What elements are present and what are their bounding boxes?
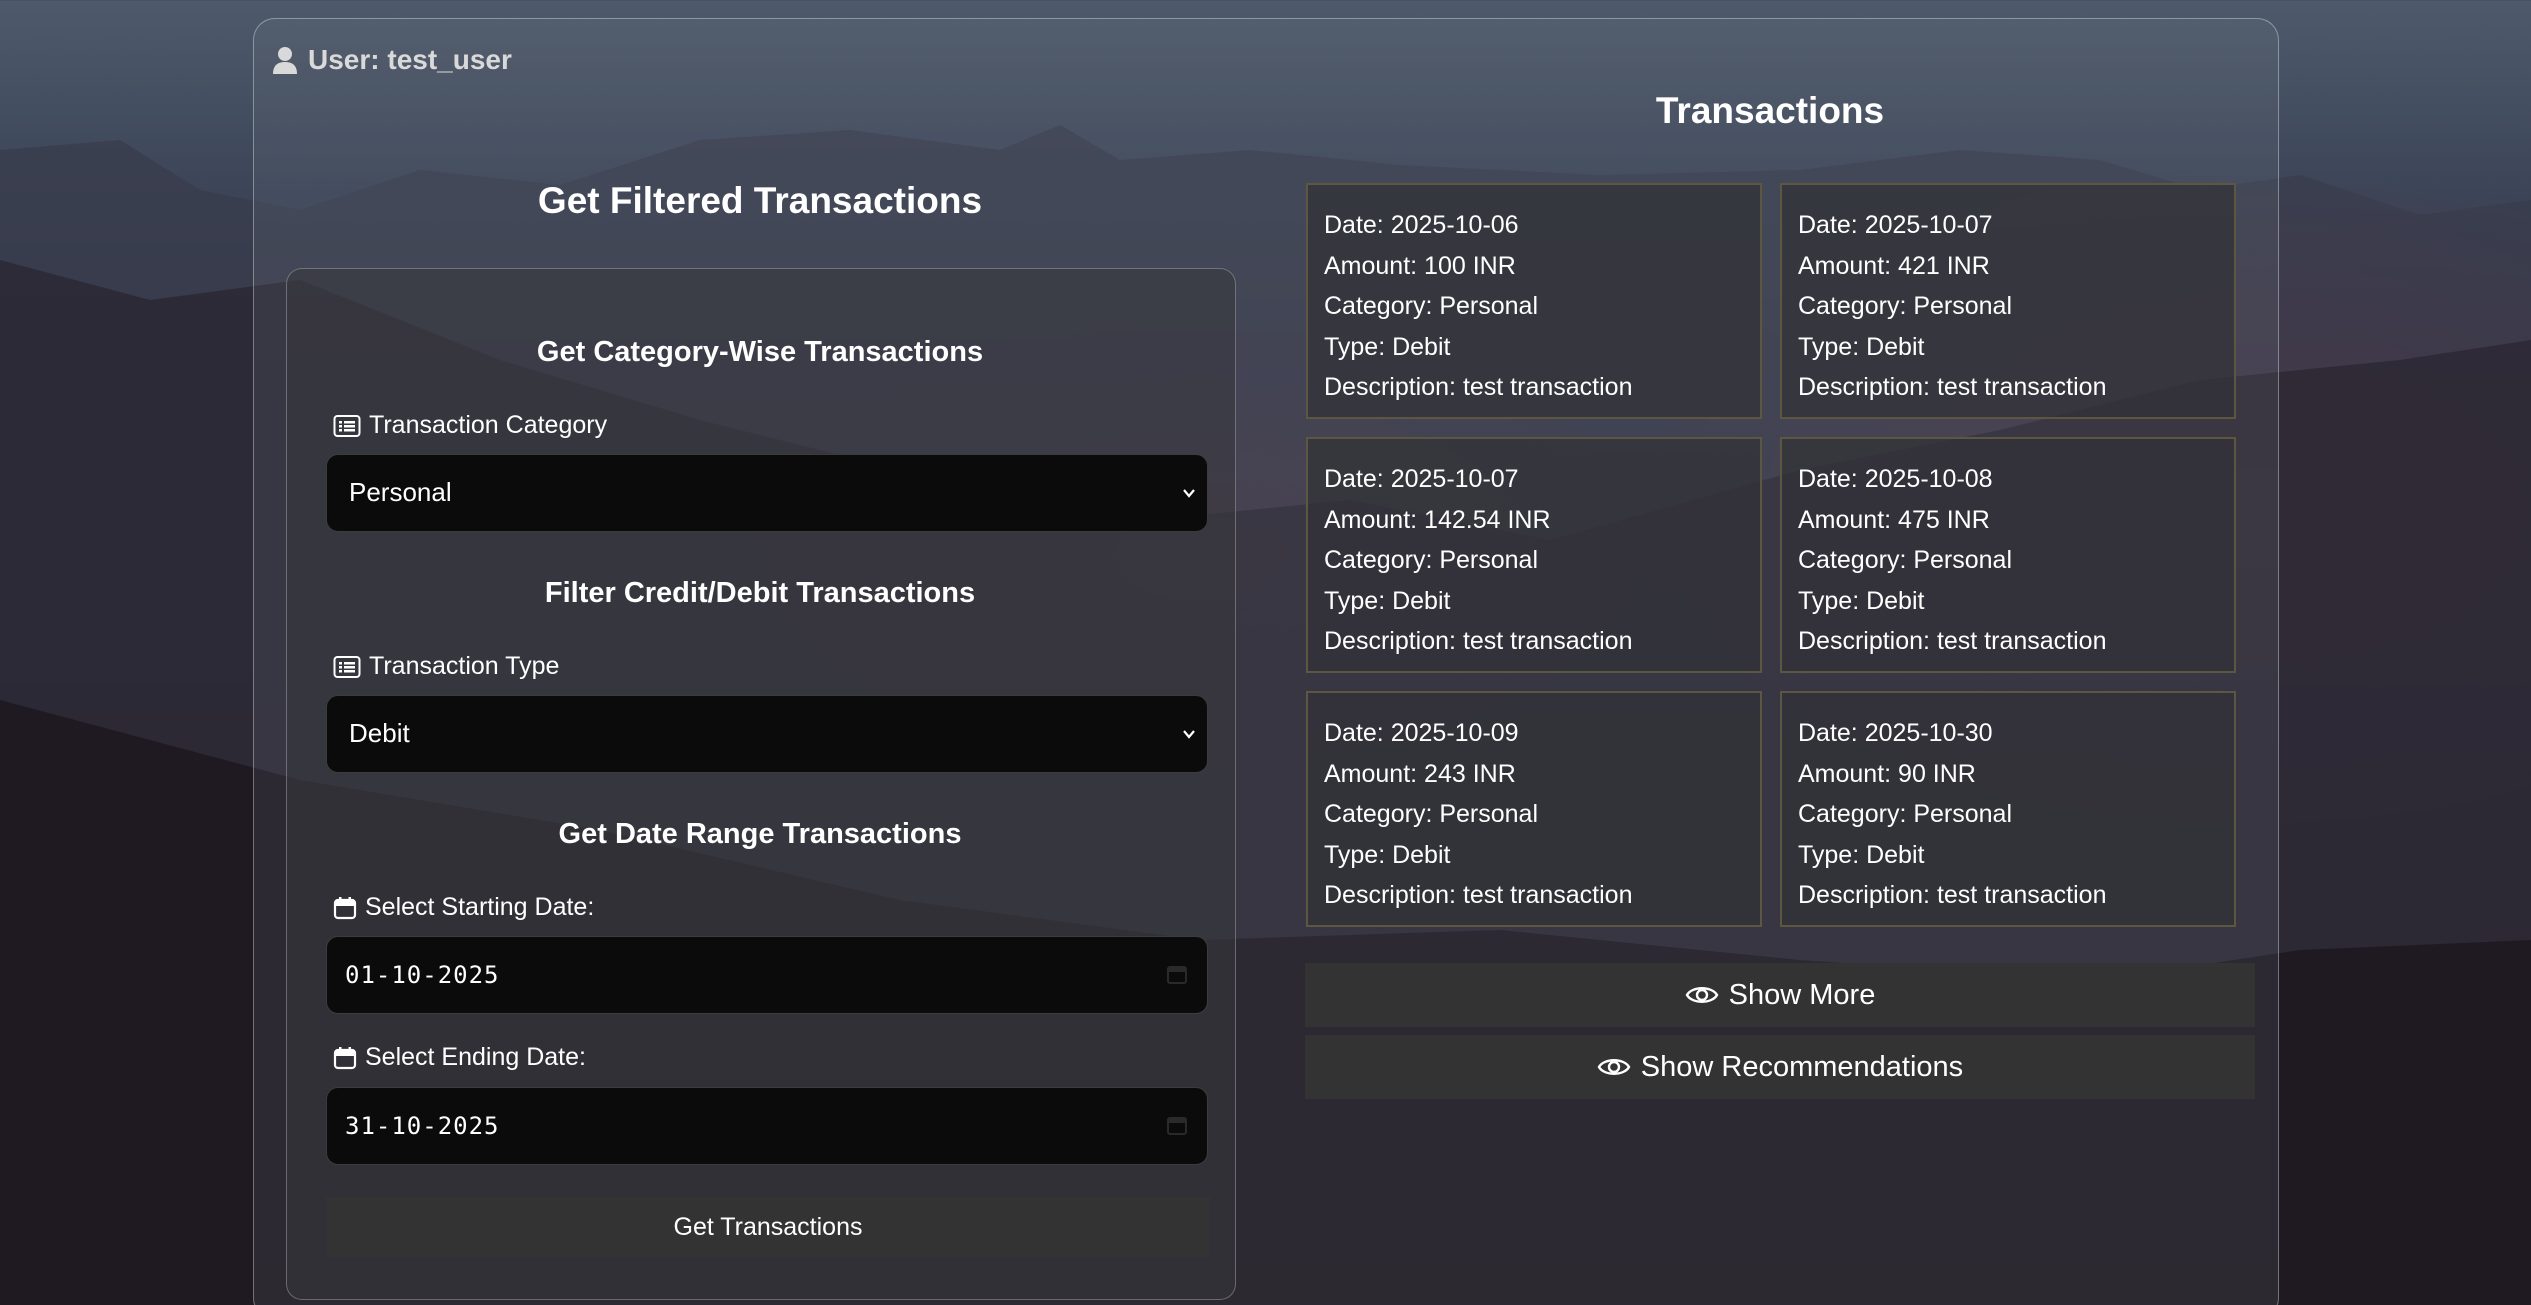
calendar-picker-icon[interactable] xyxy=(1167,1115,1187,1135)
user-name-label: User: test_user xyxy=(308,44,512,75)
transactions-grid: Date: 2025-10-06 Amount: 100 INR Categor… xyxy=(1306,183,2236,927)
transaction-description: Description: test transaction xyxy=(1324,373,1633,401)
transaction-date: Date: 2025-10-08 xyxy=(1798,465,1993,493)
transaction-card: Date: 2025-10-09 Amount: 243 INR Categor… xyxy=(1306,691,1762,927)
transaction-type: Type: Debit xyxy=(1324,840,1451,869)
transaction-type: Type: Debit xyxy=(1324,332,1451,361)
calendar-picker-icon[interactable] xyxy=(1167,964,1187,984)
list-icon xyxy=(333,414,361,437)
category-select[interactable]: Personal xyxy=(326,454,1208,532)
transaction-amount: Amount: 100 INR xyxy=(1324,251,1516,280)
eye-icon xyxy=(1685,987,1719,1003)
show-recommendations-button[interactable]: Show Recommendations xyxy=(1305,1035,2255,1099)
transaction-category: Category: Personal xyxy=(1798,546,2013,574)
type-label-text: Transaction Type xyxy=(369,652,560,680)
transaction-category: Category: Personal xyxy=(1324,800,1539,828)
type-select[interactable]: Debit xyxy=(326,695,1208,773)
type-field-label: Transaction Type xyxy=(333,652,559,681)
transaction-amount: Amount: 90 INR xyxy=(1798,759,1976,788)
end-date-input[interactable]: 31-10-2025 xyxy=(326,1087,1208,1165)
transaction-description: Description: test transaction xyxy=(1798,881,2107,909)
calendar-icon xyxy=(333,896,357,919)
category-section-heading: Get Category-Wise Transactions xyxy=(536,336,984,368)
chevron-down-icon xyxy=(1183,489,1195,498)
transaction-description: Description: test transaction xyxy=(1324,627,1633,655)
transaction-amount: Amount: 243 INR xyxy=(1324,759,1516,788)
transaction-type: Type: Debit xyxy=(1798,332,1925,361)
category-field-label: Transaction Category xyxy=(333,411,607,440)
transaction-date: Date: 2025-10-30 xyxy=(1798,719,1993,747)
filters-title: Get Filtered Transactions xyxy=(537,180,983,221)
start-date-value: 01-10-2025 xyxy=(345,961,500,989)
transaction-category: Category: Personal xyxy=(1324,292,1539,320)
show-more-button[interactable]: Show More xyxy=(1305,963,2255,1027)
transaction-type: Type: Debit xyxy=(1798,586,1925,615)
transaction-category: Category: Personal xyxy=(1324,546,1539,574)
end-date-label: Select Ending Date: xyxy=(333,1043,586,1072)
transaction-type: Type: Debit xyxy=(1798,840,1925,869)
transaction-amount: Amount: 421 INR xyxy=(1798,251,1990,280)
show-recommendations-label: Show Recommendations xyxy=(1640,1050,1964,1083)
list-icon xyxy=(333,655,361,678)
transactions-title: Transactions xyxy=(1655,90,1885,131)
transaction-card: Date: 2025-10-07 Amount: 421 INR Categor… xyxy=(1780,183,2236,419)
start-date-label-text: Select Starting Date: xyxy=(365,893,595,921)
show-more-label: Show More xyxy=(1728,978,1876,1011)
transaction-date: Date: 2025-10-07 xyxy=(1324,465,1519,493)
transaction-description: Description: test transaction xyxy=(1798,627,2107,655)
transaction-description: Description: test transaction xyxy=(1324,881,1633,909)
transaction-category: Category: Personal xyxy=(1798,292,2013,320)
category-select-value: Personal xyxy=(349,477,452,507)
type-section-heading: Filter Credit/Debit Transactions xyxy=(544,577,976,609)
user-icon xyxy=(273,47,297,74)
transaction-card: Date: 2025-10-07 Amount: 142.54 INR Cate… xyxy=(1306,437,1762,673)
transaction-amount: Amount: 142.54 INR xyxy=(1324,505,1551,534)
transaction-card: Date: 2025-10-30 Amount: 90 INR Category… xyxy=(1780,691,2236,927)
get-transactions-button[interactable]: Get Transactions xyxy=(326,1197,1210,1257)
transaction-card: Date: 2025-10-08 Amount: 475 INR Categor… xyxy=(1780,437,2236,673)
chevron-down-icon xyxy=(1183,730,1195,739)
end-date-value: 31-10-2025 xyxy=(345,1112,500,1140)
transaction-date: Date: 2025-10-09 xyxy=(1324,719,1519,747)
start-date-input[interactable]: 01-10-2025 xyxy=(326,936,1208,1014)
transaction-card: Date: 2025-10-06 Amount: 100 INR Categor… xyxy=(1306,183,1762,419)
transaction-type: Type: Debit xyxy=(1324,586,1451,615)
transaction-category: Category: Personal xyxy=(1798,800,2013,828)
end-date-label-text: Select Ending Date: xyxy=(365,1043,586,1071)
transaction-amount: Amount: 475 INR xyxy=(1798,505,1990,534)
transaction-date: Date: 2025-10-06 xyxy=(1324,211,1519,239)
date-section-heading: Get Date Range Transactions xyxy=(558,818,962,850)
calendar-icon xyxy=(333,1046,357,1069)
category-label-text: Transaction Category xyxy=(369,411,608,439)
eye-icon xyxy=(1597,1059,1631,1075)
type-select-value: Debit xyxy=(349,718,410,748)
transaction-date: Date: 2025-10-07 xyxy=(1798,211,1993,239)
user-badge: User: test_user xyxy=(272,44,512,76)
transaction-description: Description: test transaction xyxy=(1798,373,2107,401)
start-date-label: Select Starting Date: xyxy=(333,893,594,922)
